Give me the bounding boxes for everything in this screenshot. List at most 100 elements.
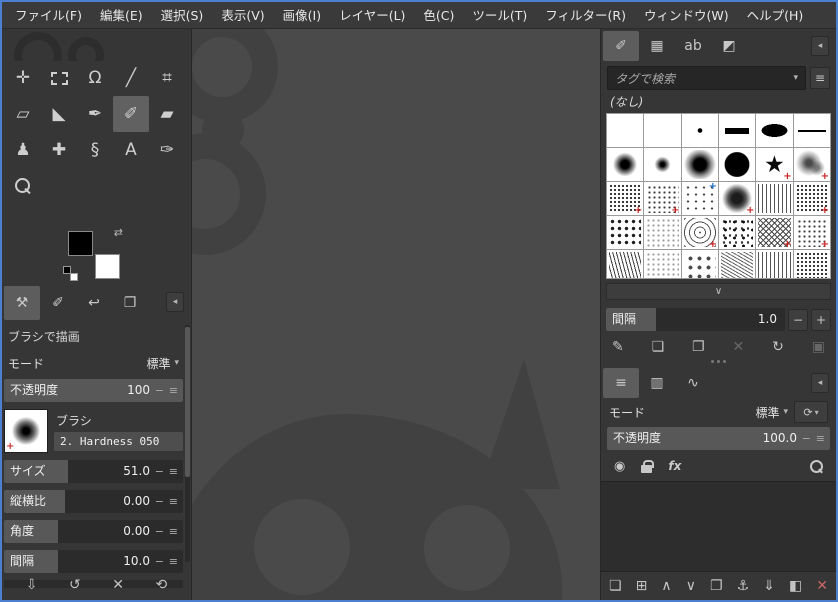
brush-swatch[interactable] [644, 148, 681, 181]
images-tab[interactable]: ❐ [112, 286, 148, 320]
size-slider[interactable]: サイズ 51.0− ≡ [4, 460, 183, 483]
decrement-icon[interactable]: − [155, 460, 164, 483]
zoom-tool[interactable] [5, 168, 41, 204]
brush-swatch[interactable] [793, 114, 830, 147]
anchor-layer[interactable]: ⚓ [737, 579, 750, 593]
refresh-brushes[interactable]: ↻ [772, 340, 784, 354]
aspect-ratio-slider[interactable]: 縦横比 0.00− ≡ [4, 490, 183, 513]
layer-search-icon[interactable] [810, 459, 823, 473]
selected-tag[interactable]: (なし) [601, 90, 836, 112]
save-tool-preset[interactable]: ⇩ [26, 578, 38, 592]
effects-filter-label[interactable]: fx [668, 459, 681, 473]
brush-swatch[interactable] [644, 250, 681, 278]
spin-menu-icon[interactable]: ≡ [169, 379, 178, 402]
raise-layer[interactable]: ∧ [661, 579, 671, 593]
default-colors-icon[interactable] [63, 266, 78, 281]
brush-swatch[interactable] [793, 250, 830, 278]
layer-opacity-slider[interactable]: 不透明度 100.0 − ≡ [607, 427, 830, 450]
menu-help[interactable]: ヘルプ(H) [738, 2, 813, 29]
brush-swatch[interactable] [756, 250, 793, 278]
paint-mode-row[interactable]: モード 標準 ▾ [4, 351, 183, 375]
brush-swatch[interactable]: + [793, 216, 830, 250]
tag-menu-button[interactable]: ≡ [810, 67, 830, 89]
layers-list[interactable] [601, 481, 836, 572]
ink-tool[interactable]: ✒ [77, 96, 113, 132]
spacing-decrease-button[interactable]: − [788, 308, 808, 331]
add-layer-mask[interactable]: ◧ [789, 579, 802, 593]
spin-menu-icon[interactable]: ≡ [816, 427, 825, 450]
eraser-tool[interactable]: ▰ [149, 96, 185, 132]
brushes-dock-menu-button[interactable]: ◂ [811, 36, 829, 56]
brush-thumbnail[interactable]: + [4, 409, 48, 453]
layers-dock-menu-button[interactable]: ◂ [811, 373, 829, 393]
menu-select[interactable]: 選択(S) [152, 2, 213, 29]
visibility-filter-icon[interactable]: ◉ [614, 460, 625, 473]
dock-splitter[interactable] [601, 356, 836, 366]
new-brush[interactable]: ❏ [652, 340, 665, 354]
paths-tool[interactable]: § [77, 132, 113, 168]
clone-tool[interactable]: ♟ [5, 132, 41, 168]
menu-file[interactable]: ファイル(F) [6, 2, 91, 29]
menu-windows[interactable]: ウィンドウ(W) [635, 2, 738, 29]
restore-tool-preset[interactable]: ↺ [69, 578, 81, 592]
brush-selector[interactable]: + ブラシ 2. Hardness 050 [4, 409, 183, 453]
reset-tool-options[interactable]: ⟲ [156, 578, 168, 592]
brush-swatch[interactable]: + [681, 216, 718, 250]
transform-tool[interactable]: ▱ [5, 96, 41, 132]
color-picker-tool[interactable]: ✑ [149, 132, 185, 168]
free-select-tool[interactable]: Ω [77, 60, 113, 96]
duplicate-layer[interactable]: ❐ [710, 579, 723, 593]
spin-menu-icon[interactable]: ≡ [169, 460, 178, 483]
bucket-fill-tool[interactable]: ◣ [41, 96, 77, 132]
brush-swatch[interactable] [756, 182, 793, 215]
brush-swatch[interactable] [718, 114, 756, 147]
menu-view[interactable]: 表示(V) [212, 2, 273, 29]
paths-tab[interactable]: ∿ [675, 368, 711, 398]
brush-swatch[interactable]: + [718, 182, 756, 216]
brush-swatch[interactable] [718, 148, 756, 181]
edit-brush[interactable]: ✎ [612, 340, 624, 354]
layer-mode-switch-button[interactable]: ⟳ ▾ [794, 401, 828, 423]
decrement-icon[interactable]: − [155, 379, 164, 402]
brush-tag-search[interactable]: タグで検索 ▾ [607, 66, 806, 90]
spacing-slider[interactable]: 間隔 10.0− ≡ [4, 550, 183, 573]
brush-swatch[interactable] [644, 114, 681, 147]
brush-spacing-slider[interactable]: 間隔 1.0 [606, 308, 785, 331]
tool-options-tab[interactable]: ⚒ [4, 286, 40, 320]
rectangle-select-tool[interactable] [41, 60, 77, 96]
color-selector[interactable]: ⇄ [63, 226, 123, 281]
spacing-increase-button[interactable]: + [811, 308, 831, 331]
brush-swatch[interactable] [607, 250, 644, 278]
brush-swatch[interactable] [681, 250, 718, 278]
crop-tool[interactable]: ⌗ [149, 60, 185, 96]
undo-history-tab[interactable]: ↩ [76, 286, 112, 320]
fonts-tab[interactable]: ab [675, 31, 711, 61]
patterns-tab[interactable]: ▦ [639, 31, 675, 61]
menu-colors[interactable]: 色(C) [414, 2, 463, 29]
channels-tab[interactable]: ▥ [639, 368, 675, 398]
brush-swatch[interactable]: + [756, 148, 793, 182]
menu-layer[interactable]: レイヤー(L) [330, 2, 414, 29]
layer-mode-chevron-icon[interactable]: ▾ [783, 407, 788, 417]
new-layer-group[interactable]: ⊞ [636, 579, 648, 593]
canvas[interactable] [192, 29, 600, 600]
background-color-swatch[interactable] [95, 254, 120, 279]
brush-swatch[interactable] [718, 216, 756, 249]
decrement-icon[interactable]: − [155, 550, 164, 573]
brush-swatch[interactable] [607, 216, 644, 249]
spin-menu-icon[interactable]: ≡ [169, 520, 178, 543]
heal-tool[interactable]: ✚ [41, 132, 77, 168]
brush-swatch[interactable]: + [607, 182, 644, 216]
delete-layer[interactable]: ✕ [816, 579, 828, 593]
fuzzy-select-tool[interactable]: ╱ [113, 60, 149, 96]
decrement-icon[interactable]: − [155, 520, 164, 543]
brush-list-expander[interactable]: ∨ [606, 283, 831, 300]
gradients-tab[interactable]: ◩ [711, 31, 747, 61]
menu-edit[interactable]: 編集(E) [91, 2, 152, 29]
text-tool[interactable]: A [113, 132, 149, 168]
lock-filter-icon[interactable] [641, 459, 655, 473]
menu-image[interactable]: 画像(I) [274, 2, 330, 29]
foreground-color-swatch[interactable] [68, 231, 93, 256]
brush-swatch[interactable] [644, 216, 681, 249]
angle-slider[interactable]: 角度 0.00− ≡ [4, 520, 183, 543]
